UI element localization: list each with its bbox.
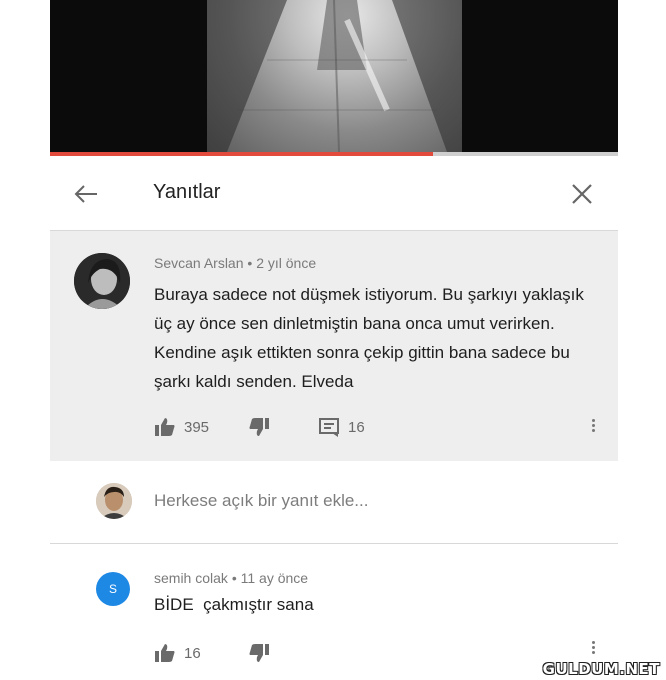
video-frame [207, 0, 462, 152]
dislike-button[interactable] [248, 417, 270, 437]
like-button[interactable]: 16 [154, 643, 201, 663]
like-count: 16 [184, 644, 201, 662]
close-button[interactable] [568, 180, 596, 208]
thumbs-up-icon [155, 644, 175, 662]
main-comment: Sevcan Arslan • 2 yıl önce Buraya sadece… [50, 231, 618, 461]
reply-count: 16 [348, 418, 365, 436]
arrow-left-icon [74, 185, 97, 203]
comment-actions: 16 [154, 641, 604, 665]
thumbs-down-icon [249, 418, 269, 436]
dislike-button[interactable] [248, 643, 270, 663]
meta-separator: • [231, 570, 237, 586]
thumbs-down-icon [249, 644, 269, 662]
comment-meta: semih colak • 11 ay önce [154, 570, 308, 586]
comment-meta: Sevcan Arslan • 2 yıl önce [154, 255, 316, 271]
reply-input[interactable]: Herkese açık bir yanıt ekle... [154, 491, 368, 511]
comment-time: 11 ay önce [240, 570, 309, 586]
comment-author[interactable]: Sevcan Arslan [154, 255, 244, 271]
close-icon [572, 184, 592, 204]
user-photo-icon [96, 483, 132, 519]
watermark-logo: GULDUM.NET [542, 660, 660, 678]
comment-text: Buraya sadece not düşmek istiyorum. Bu ş… [154, 285, 584, 391]
like-button[interactable]: 395 [154, 417, 209, 437]
comment-author[interactable]: semih colak [154, 570, 228, 586]
reply-comment: S semih colak • 11 ay önce BİDE çakmıştı… [50, 544, 618, 680]
more-options-icon[interactable] [590, 639, 596, 661]
meta-separator: • [247, 255, 253, 271]
more-options-icon[interactable] [590, 417, 596, 439]
thumbs-up-icon [155, 418, 175, 436]
avatar[interactable] [74, 253, 130, 309]
like-count: 395 [184, 418, 210, 436]
back-button[interactable] [72, 180, 100, 208]
page-title: Yanıtlar [153, 181, 221, 203]
comment-text: BİDE çakmıştır sana [154, 595, 314, 614]
video-thumbnail-image [207, 0, 462, 152]
app-window: Yanıtlar Sevcan Arslan • 2 yıl önce Bura… [50, 0, 618, 680]
comment-actions: 395 16 [154, 417, 604, 439]
comment-icon [319, 418, 339, 437]
avatar[interactable]: S [96, 572, 130, 606]
comment-time: 2 yıl önce [256, 255, 317, 271]
current-user-avatar [96, 483, 132, 519]
video-player[interactable] [50, 0, 618, 152]
user-photo-icon [74, 253, 130, 309]
replies-header: Yanıtlar [50, 156, 618, 231]
reply-count-button[interactable]: 16 [318, 417, 365, 437]
reply-input-row: Herkese açık bir yanıt ekle... [50, 461, 618, 544]
